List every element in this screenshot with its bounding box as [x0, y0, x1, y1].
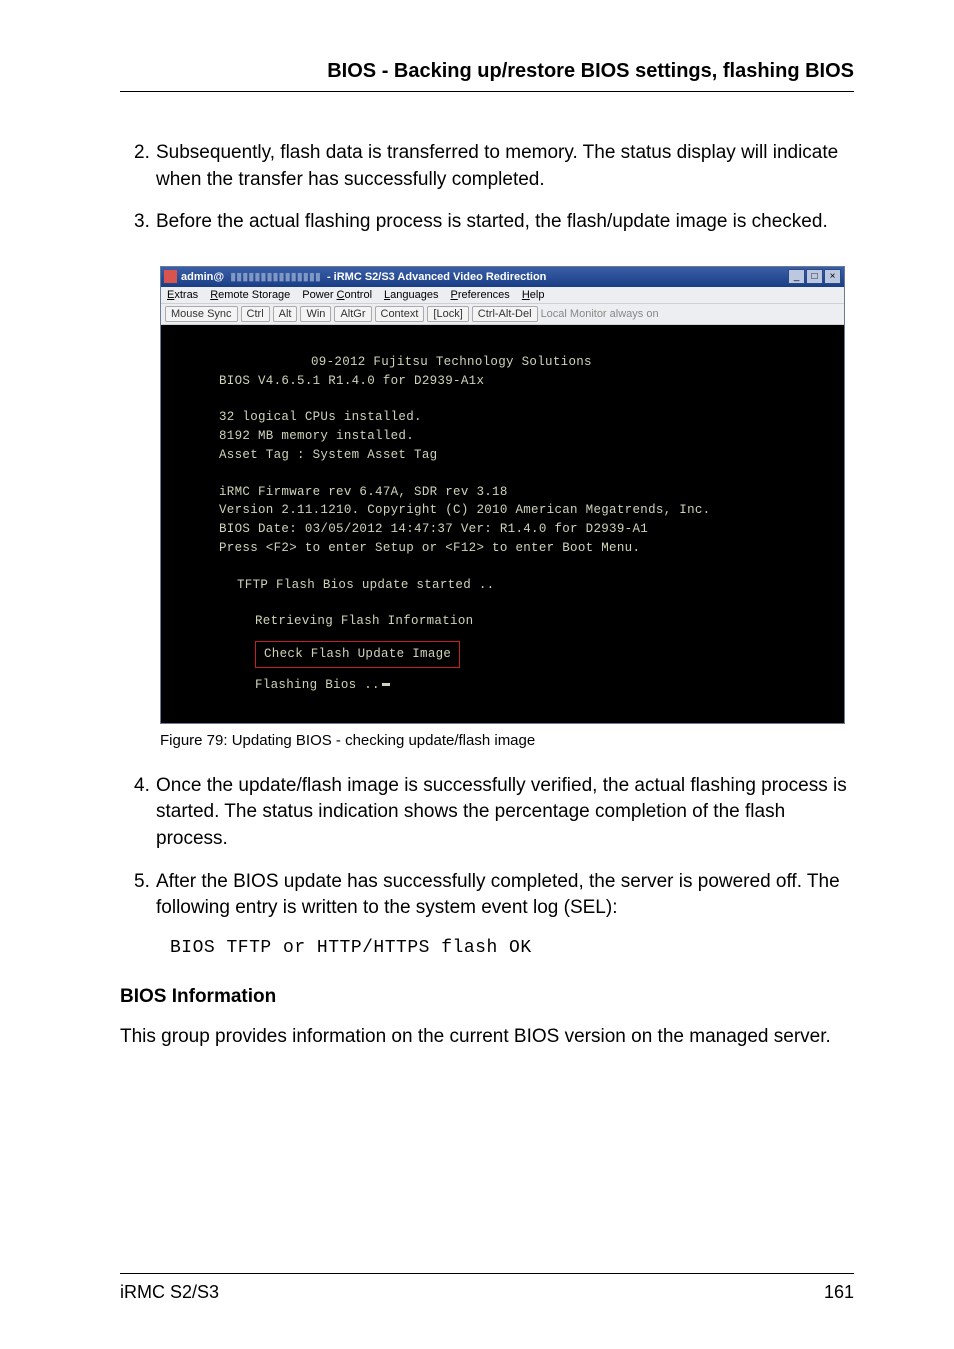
local-monitor-label: Local Monitor always on [541, 308, 659, 320]
context-button[interactable]: Context [375, 306, 425, 322]
figure-caption: Figure 79: Updating BIOS - checking upda… [160, 732, 854, 749]
code-line: BIOS TFTP or HTTP/HTTPS flash OK [170, 938, 854, 958]
page-footer: iRMC S2/S3 161 [120, 1273, 854, 1303]
titlebar: admin@ ▮▮▮▮▮▮▮▮▮▮▮▮▮▮▮ - iRMC S2/S3 Adva… [161, 267, 844, 287]
step-4: 4. Once the update/flash image is succes… [120, 773, 854, 853]
mouse-sync-button[interactable]: Mouse Sync [165, 306, 238, 322]
title-address: ▮▮▮▮▮▮▮▮▮▮▮▮▮▮▮ [230, 270, 321, 283]
footer-page-number: 161 [824, 1282, 854, 1303]
term-line: Press <F2> to enter Setup or <F12> to en… [219, 539, 830, 558]
ctrl-alt-del-button[interactable]: Ctrl-Alt-Del [472, 306, 538, 322]
term-line: Retrieving Flash Information [219, 612, 830, 631]
close-button[interactable]: × [824, 269, 841, 284]
ctrl-button[interactable]: Ctrl [241, 306, 270, 322]
step-3: 3. Before the actual flashing process is… [120, 209, 854, 236]
app-icon [164, 270, 177, 283]
window-controls: _ □ × [788, 269, 841, 284]
toolbar: Mouse Sync Ctrl Alt Win AltGr Context [L… [161, 303, 844, 325]
step-text: Subsequently, flash data is transferred … [156, 140, 854, 193]
menubar: Extras Remote Storage Power Control Lang… [161, 287, 844, 303]
step-number: 4. [120, 773, 156, 853]
menu-preferences[interactable]: Preferences [450, 289, 509, 301]
step-text: Before the actual flashing process is st… [156, 209, 854, 236]
term-line: Flashing Bios .. [219, 676, 830, 695]
altgr-button[interactable]: AltGr [334, 306, 371, 322]
paragraph: This group provides information on the c… [120, 1024, 854, 1051]
title-user: admin@ [181, 271, 224, 283]
term-line: iRMC Firmware rev 6.47A, SDR rev 3.18 [219, 483, 830, 502]
step-2: 2. Subsequently, flash data is transferr… [120, 140, 854, 193]
figure-screenshot: admin@ ▮▮▮▮▮▮▮▮▮▮▮▮▮▮▮ - iRMC S2/S3 Adva… [160, 266, 854, 724]
maximize-button[interactable]: □ [806, 269, 823, 284]
step-text: After the BIOS update has successfully c… [156, 869, 854, 922]
minimize-button[interactable]: _ [788, 269, 805, 284]
term-line: 09-2012 Fujitsu Technology Solutions [219, 353, 830, 372]
term-line-highlighted: Check Flash Update Image [255, 641, 460, 668]
step-number: 3. [120, 209, 156, 236]
term-line: Asset Tag : System Asset Tag [219, 446, 830, 465]
footer-left: iRMC S2/S3 [120, 1282, 219, 1303]
step-text: Once the update/flash image is successfu… [156, 773, 854, 853]
title-main: - iRMC S2/S3 Advanced Video Redirection [327, 271, 546, 283]
step-5: 5. After the BIOS update has successfull… [120, 869, 854, 922]
step-number: 5. [120, 869, 156, 922]
win-button[interactable]: Win [300, 306, 331, 322]
term-line: TFTP Flash Bios update started .. [219, 576, 830, 595]
lock-button[interactable]: [Lock] [427, 306, 468, 322]
term-line: BIOS Date: 03/05/2012 14:47:37 Ver: R1.4… [219, 520, 830, 539]
page-header: BIOS - Backing up/restore BIOS settings,… [120, 60, 854, 92]
alt-button[interactable]: Alt [273, 306, 298, 322]
term-line: 8192 MB memory installed. [219, 427, 830, 446]
term-line: BIOS V4.6.5.1 R1.4.0 for D2939-A1x [219, 372, 830, 391]
cursor-icon [382, 683, 390, 686]
term-line: 32 logical CPUs installed. [219, 408, 830, 427]
section-heading: BIOS Information [120, 986, 854, 1008]
menu-languages[interactable]: Languages [384, 289, 438, 301]
step-number: 2. [120, 140, 156, 193]
terminal-output: 09-2012 Fujitsu Technology Solutions BIO… [161, 325, 844, 723]
menu-help[interactable]: Help [522, 289, 545, 301]
menu-extras[interactable]: Extras [167, 289, 198, 301]
app-window: admin@ ▮▮▮▮▮▮▮▮▮▮▮▮▮▮▮ - iRMC S2/S3 Adva… [160, 266, 845, 724]
menu-remote-storage[interactable]: Remote Storage [210, 289, 290, 301]
menu-power-control[interactable]: Power Control [302, 289, 372, 301]
term-line: Version 2.11.1210. Copyright (C) 2010 Am… [219, 501, 830, 520]
